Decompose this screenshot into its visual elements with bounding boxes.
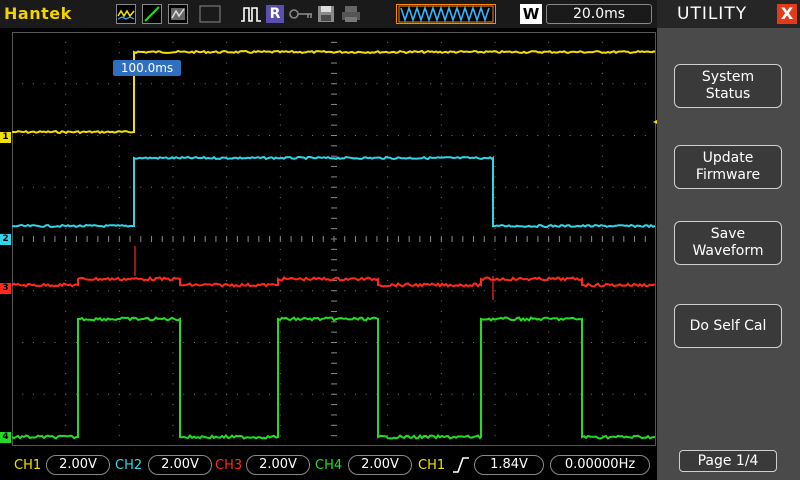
menu-title-bar: UTILITY X: [657, 0, 800, 28]
ch3-marker[interactable]: 3: [0, 283, 11, 294]
ch2-scale[interactable]: 2.00V: [148, 455, 212, 475]
normal-mode-icon[interactable]: [116, 4, 136, 24]
ch2-marker[interactable]: 2: [0, 234, 11, 245]
ch4-marker[interactable]: 4: [0, 432, 11, 443]
ch1-trace: [12, 49, 656, 135]
ramp-mode-icon[interactable]: [142, 4, 162, 24]
pulse-trigger-icon: [240, 4, 262, 24]
save-waveform-button[interactable]: Save Waveform: [674, 221, 782, 265]
key-icon: [288, 4, 314, 24]
ch2-trace: [12, 155, 656, 229]
waveform-display: 100.0ms: [12, 32, 667, 446]
ch4-label: CH4: [315, 458, 343, 473]
ch3-scale[interactable]: 2.00V: [246, 455, 310, 475]
update-firmware-button[interactable]: Update Firmware: [674, 145, 782, 189]
ch4-scale[interactable]: 2.00V: [348, 455, 412, 475]
utility-menu: UTILITY X System Status Update Firmware …: [657, 0, 800, 480]
ch3-trace: [12, 275, 656, 288]
menu-title: UTILITY: [677, 4, 748, 24]
timebase-display: 20.0ms: [546, 4, 652, 24]
brand-logo: Hantek: [4, 4, 72, 23]
memory-waveform-strip: [396, 4, 496, 24]
system-status-button[interactable]: System Status: [674, 64, 782, 108]
ch1-label: CH1: [14, 458, 42, 473]
ch1-marker[interactable]: 1: [0, 132, 11, 143]
rising-edge-icon: [452, 455, 470, 479]
window-icon: [198, 4, 222, 24]
trigger-level[interactable]: 1.84V: [474, 455, 544, 475]
save-disk-icon[interactable]: [316, 4, 336, 24]
waveform-traces: [12, 49, 656, 440]
persist-mode-icon[interactable]: [168, 4, 188, 24]
frequency-readout: 0.00000Hz: [550, 455, 650, 475]
self-cal-button[interactable]: Do Self Cal: [674, 304, 782, 348]
top-toolbar: Hantek R W 20.0ms: [0, 0, 657, 28]
ch2-label: CH2: [115, 458, 143, 473]
trigger-position-label: 100.0ms: [113, 60, 181, 76]
run-mode-badge: R: [266, 5, 284, 23]
ch3-label: CH3: [215, 458, 243, 473]
close-icon[interactable]: X: [777, 4, 797, 24]
ch4-trace: [12, 316, 656, 440]
window-zoom-badge[interactable]: W: [520, 4, 542, 24]
ch1-scale[interactable]: 2.00V: [46, 455, 110, 475]
printer-icon[interactable]: [340, 4, 362, 24]
trigger-source: CH1: [418, 458, 446, 473]
status-bar: CH1 2.00V CH2 2.00V CH3 2.00V CH4 2.00V …: [0, 450, 657, 480]
page-indicator[interactable]: Page 1/4: [679, 450, 777, 472]
